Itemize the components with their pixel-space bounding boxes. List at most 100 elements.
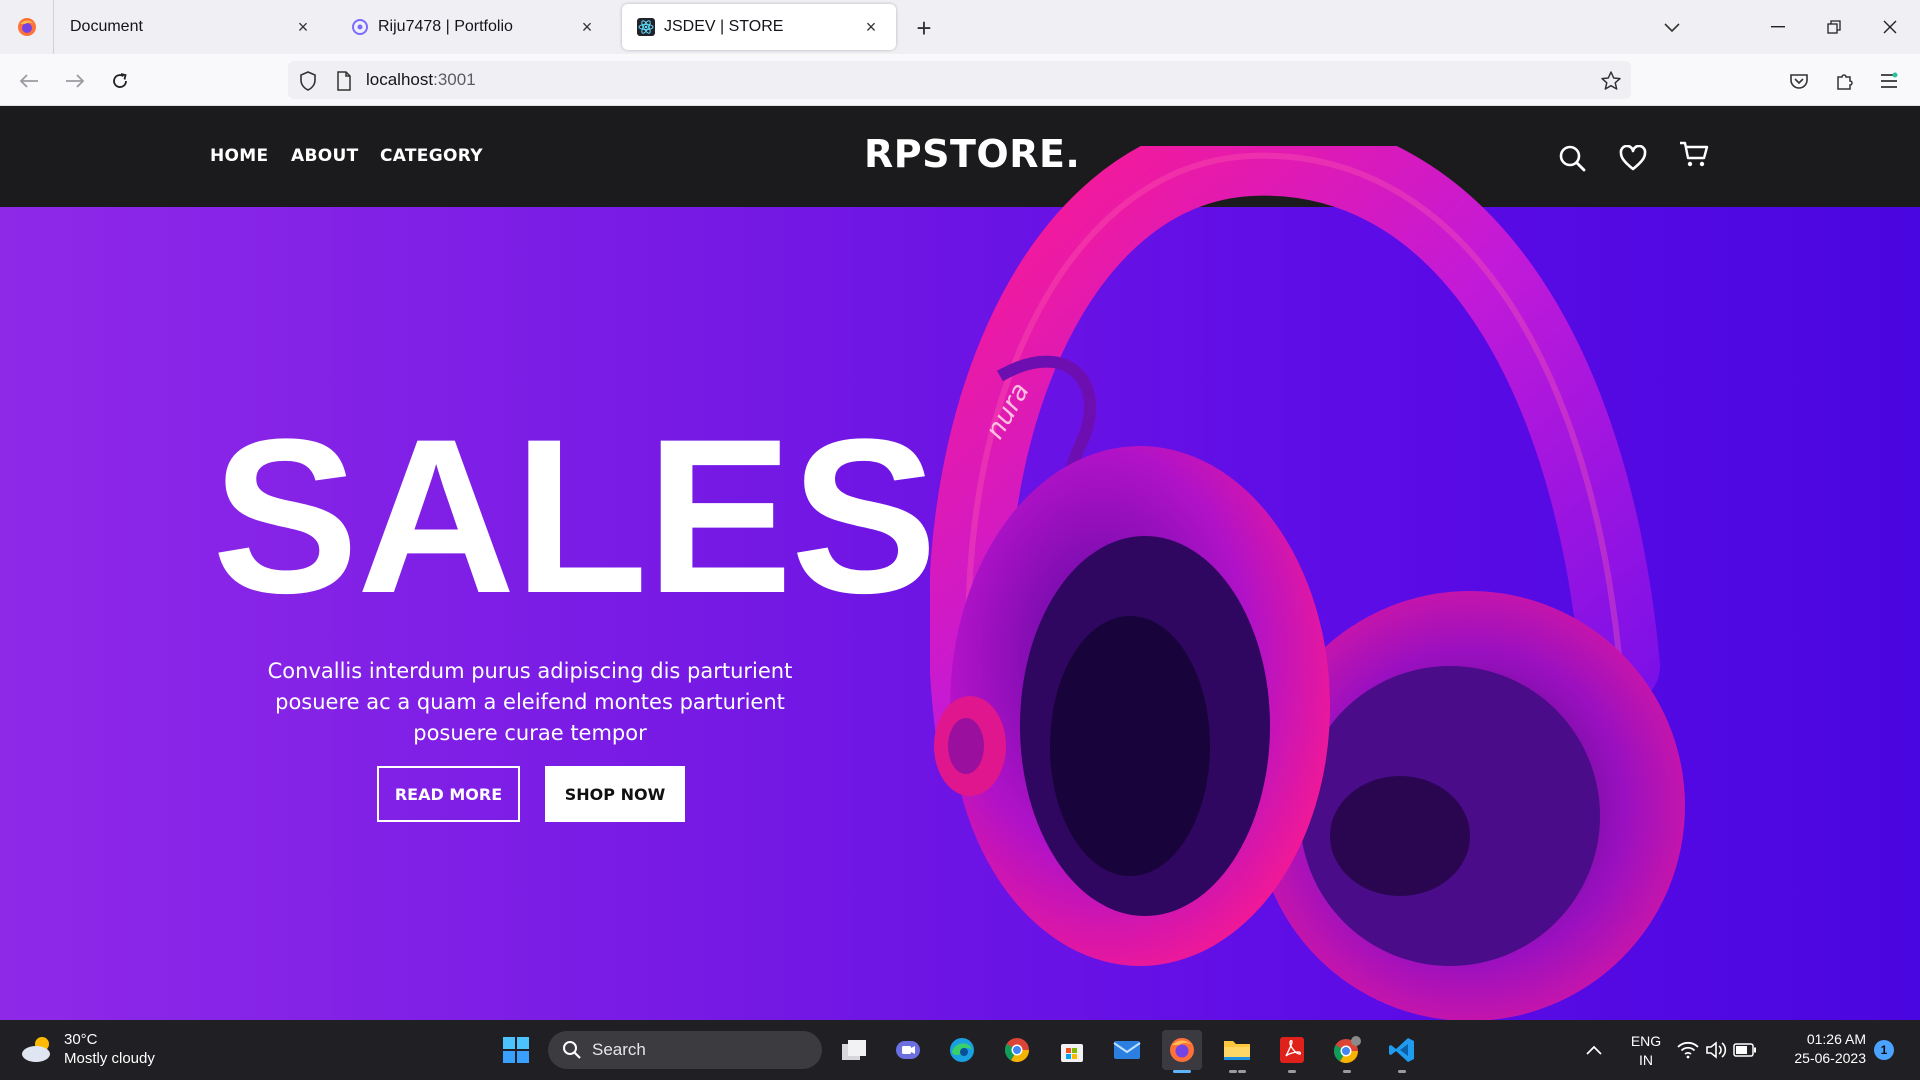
language-indicator[interactable]: ENG IN	[1626, 1032, 1666, 1070]
url-port: :3001	[433, 70, 476, 89]
chrome-profile-button[interactable]	[1327, 1030, 1367, 1070]
shop-now-button[interactable]: SHOP NOW	[545, 766, 685, 822]
vscode-button[interactable]	[1382, 1030, 1422, 1070]
clock-time: 01:26 AM	[1806, 1031, 1866, 1047]
close-tab-icon[interactable]: ×	[860, 16, 882, 38]
task-view-button[interactable]	[834, 1030, 874, 1070]
vscode-icon	[1389, 1038, 1414, 1062]
nav-category-link[interactable]: CATEGORY	[380, 146, 483, 166]
tab-label: Riju7478 | Portfolio	[378, 18, 513, 35]
url-host: localhost	[366, 70, 434, 89]
arrow-right-icon	[66, 74, 85, 88]
tracking-protection-button[interactable]	[296, 69, 320, 93]
taskbar-running-indicator	[1229, 1070, 1237, 1073]
browser-tab-strip: Document × Riju7478 | Portfolio × JSDEV …	[0, 0, 1920, 54]
close-tab-icon[interactable]: ×	[292, 16, 314, 38]
clock-date: 25-06-2023	[1794, 1050, 1866, 1066]
tab-label: JSDEV | STORE	[664, 18, 784, 35]
reload-button[interactable]	[103, 64, 137, 98]
firefox-button[interactable]	[1162, 1030, 1202, 1070]
start-button[interactable]	[496, 1030, 536, 1070]
weather-description: Mostly cloudy	[64, 1050, 155, 1067]
extensions-button[interactable]	[1828, 64, 1862, 98]
url-bar[interactable]	[288, 61, 1631, 99]
restore-button[interactable]	[1806, 0, 1862, 54]
tab-store[interactable]: JSDEV | STORE ×	[622, 4, 896, 50]
taskbar-search[interactable]: Search	[548, 1031, 822, 1069]
windows-logo-icon	[503, 1037, 529, 1063]
tab-document[interactable]: Document ×	[56, 4, 328, 50]
portfolio-icon	[350, 17, 370, 37]
mail-icon	[1113, 1041, 1141, 1059]
forward-button[interactable]	[58, 64, 92, 98]
store-bag-icon	[1061, 1044, 1083, 1062]
acrobat-button[interactable]	[1272, 1030, 1312, 1070]
list-all-tabs-button[interactable]	[1656, 12, 1688, 44]
microsoft-store-button[interactable]	[1052, 1030, 1092, 1070]
shield-icon	[300, 71, 316, 91]
new-tab-button[interactable]: +	[908, 12, 940, 44]
chrome-icon	[1333, 1036, 1361, 1064]
page-icon	[337, 71, 351, 91]
weather-widget[interactable]: 30°C Mostly cloudy	[20, 1030, 155, 1068]
app-menu-button[interactable]	[1872, 64, 1906, 98]
taskbar-search-label: Search	[592, 1040, 646, 1059]
cloudy-weather-icon	[22, 1037, 50, 1062]
bookmark-button[interactable]	[1598, 68, 1624, 94]
file-explorer-button[interactable]	[1217, 1030, 1257, 1070]
mail-button[interactable]	[1107, 1030, 1147, 1070]
react-icon	[636, 17, 656, 37]
tab-label: Document	[70, 18, 143, 35]
url-text[interactable]: localhost:3001	[366, 70, 476, 90]
minimize-button[interactable]	[1750, 0, 1806, 54]
folder-icon	[1224, 1041, 1250, 1060]
back-button[interactable]	[12, 64, 46, 98]
taskbar-running-indicator	[1398, 1070, 1406, 1073]
close-window-button[interactable]	[1862, 0, 1918, 54]
clock[interactable]: 01:26 AM 25-06-2023	[1776, 1030, 1866, 1068]
hamburger-icon	[1881, 72, 1898, 88]
taskbar-running-indicator	[1288, 1070, 1296, 1073]
chrome-icon	[1004, 1038, 1029, 1063]
taskbar-active-indicator	[1173, 1070, 1191, 1073]
site-info-button[interactable]	[332, 69, 356, 93]
edge-icon	[950, 1038, 974, 1062]
show-hidden-icons-button[interactable]	[1578, 1030, 1610, 1070]
taskbar-running-indicator	[1238, 1070, 1246, 1073]
taskbar-running-indicator	[1343, 1070, 1351, 1073]
search-icon	[563, 1041, 581, 1059]
teams-chat-button[interactable]	[888, 1030, 928, 1070]
chrome-button[interactable]	[997, 1030, 1037, 1070]
close-icon	[1883, 20, 1897, 34]
restore-icon	[1827, 20, 1841, 34]
weather-temperature: 30°C	[64, 1031, 98, 1048]
store-page: HOME ABOUT CATEGORY RPSTORE. SALES Conva…	[0, 106, 1920, 1020]
chevron-down-icon	[1664, 23, 1680, 33]
hero-description: Convallis interdum purus adipiscing dis …	[267, 659, 793, 745]
firefox-icon	[1170, 1038, 1194, 1062]
nav-home-link[interactable]: HOME	[210, 146, 268, 166]
weather-text: 30°C Mostly cloudy	[64, 1030, 155, 1068]
puzzle-icon	[1837, 74, 1853, 90]
minimize-icon	[1771, 26, 1785, 28]
notification-badge[interactable]: 1	[1874, 1040, 1894, 1060]
tab-portfolio[interactable]: Riju7478 | Portfolio ×	[336, 4, 612, 50]
read-more-button[interactable]: READ MORE	[377, 766, 520, 822]
chevron-up-icon	[1586, 1045, 1602, 1055]
headphones-product-image	[930, 146, 1685, 1020]
hero-title: SALES	[212, 393, 937, 639]
task-view-icon	[842, 1040, 866, 1060]
close-tab-icon[interactable]: ×	[576, 16, 598, 38]
star-icon	[1601, 71, 1621, 90]
pocket-icon	[1790, 74, 1808, 89]
reload-icon	[113, 73, 127, 88]
battery-icon	[1733, 1043, 1756, 1057]
nav-about-link[interactable]: ABOUT	[291, 146, 358, 166]
quick-settings-button[interactable]	[1672, 1030, 1762, 1070]
firefox-icon	[17, 18, 36, 36]
firefox-view-button[interactable]	[0, 0, 54, 54]
pocket-button[interactable]	[1782, 64, 1816, 98]
video-chat-icon	[896, 1041, 920, 1059]
region-code: IN	[1639, 1052, 1653, 1068]
edge-button[interactable]	[942, 1030, 982, 1070]
